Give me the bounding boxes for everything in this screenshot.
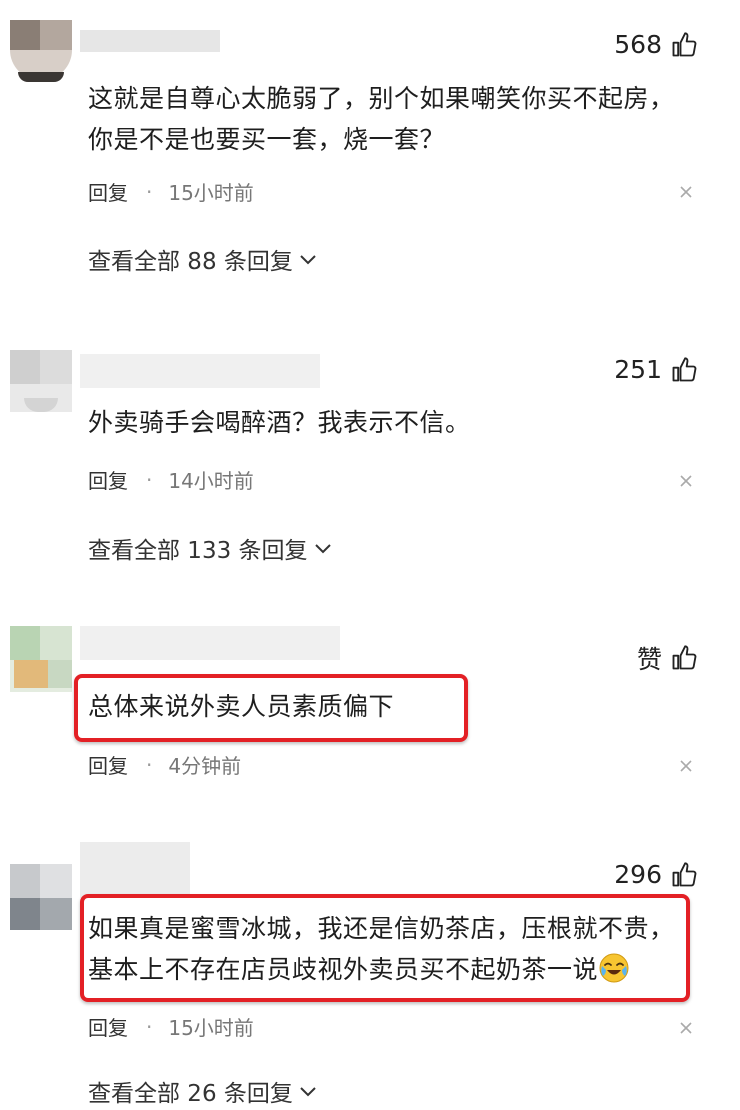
comment-line: 如果真是蜜雪冰城，我还是信奶茶店，压根就不贵， (88, 914, 675, 943)
comment-1: 568 这就是自尊心太脆弱了，别个如果嘲笑你买不起房， 你是不是也要买一套，烧一… (0, 0, 740, 300)
like-count: 568 (614, 30, 662, 59)
separator-dot: · (146, 752, 153, 777)
comment-text: 总体来说外卖人员素质偏下 (88, 686, 394, 727)
timestamp: 4分钟前 (168, 754, 242, 778)
timestamp: 15小时前 (168, 181, 254, 205)
timestamp: 15小时前 (168, 1016, 254, 1040)
comment-text: 外卖骑手会喝醉酒？我表示不信。 (88, 402, 471, 443)
chevron-down-icon (300, 1087, 316, 1097)
comment-line: 你是不是也要买一套，烧一套？ (88, 125, 446, 154)
comment-4: 296 如果真是蜜雪冰城，我还是信奶茶店，压根就不贵， 基本上不存在店员歧视外卖… (0, 830, 740, 1110)
separator-dot: · (146, 467, 153, 492)
view-replies-label: 查看全部 133 条回复 (88, 538, 308, 564)
comment-3: 赞 总体来说外卖人员素质偏下 回复 · 4分钟前 (0, 590, 740, 830)
comment-line: 外卖骑手会喝醉酒？我表示不信。 (88, 408, 471, 437)
like-count: 赞 (636, 645, 662, 674)
thumbs-up-icon (672, 31, 697, 56)
comment-meta: 回复 · 15小时前 (88, 177, 254, 206)
comment-line: 总体来说外卖人员素质偏下 (88, 692, 395, 721)
like-count: 251 (614, 355, 662, 384)
comment-meta: 回复 · 4分钟前 (88, 750, 241, 779)
close-icon[interactable] (678, 1020, 694, 1036)
reply-button[interactable]: 回复 (88, 1012, 128, 1041)
view-replies-button[interactable]: 查看全部 88 条回复 (88, 242, 317, 276)
close-icon[interactable] (678, 758, 694, 774)
like-button[interactable]: 296 (614, 860, 698, 889)
view-replies-button[interactable]: 查看全部 133 条回复 (88, 531, 332, 565)
view-replies-button[interactable]: 查看全部 26 条回复 (88, 1074, 317, 1108)
thumbs-up-icon (672, 356, 697, 381)
chevron-down-icon (300, 255, 316, 265)
avatar[interactable] (10, 626, 72, 692)
view-replies-label: 查看全部 26 条回复 (88, 1081, 293, 1107)
close-icon[interactable] (678, 184, 694, 200)
reply-button[interactable]: 回复 (88, 177, 128, 206)
thumbs-up-icon (672, 645, 697, 670)
comment-meta: 回复 · 14小时前 (88, 465, 254, 494)
like-button[interactable]: 251 (614, 355, 698, 384)
username-blurred[interactable] (80, 626, 340, 660)
like-count: 296 (614, 860, 662, 889)
like-button[interactable]: 568 (614, 30, 698, 59)
chevron-down-icon (314, 544, 331, 554)
avatar[interactable] (10, 20, 72, 82)
avatar[interactable] (10, 350, 72, 412)
like-button[interactable]: 赞 (637, 640, 698, 676)
comment-text: 这就是自尊心太脆弱了，别个如果嘲笑你买不起房， 你是不是也要买一套，烧一套？ (88, 78, 675, 160)
comment-2: 251 外卖骑手会喝醉酒？我表示不信。 回复 · 14小时前 查看全部 133 … (0, 300, 740, 590)
username-blurred[interactable] (80, 354, 320, 388)
separator-dot: · (146, 1014, 153, 1039)
timestamp: 14小时前 (168, 469, 254, 493)
separator-dot: · (146, 179, 153, 204)
username-blurred[interactable] (80, 30, 220, 52)
comment-text: 如果真是蜜雪冰城，我还是信奶茶店，压根就不贵， 基本上不存在店员歧视外卖员买不起… (88, 908, 675, 990)
reply-button[interactable]: 回复 (88, 750, 128, 779)
close-icon[interactable] (678, 473, 694, 489)
avatar[interactable] (10, 864, 72, 930)
username-blurred[interactable] (80, 842, 190, 898)
comment-meta: 回复 · 15小时前 (88, 1012, 254, 1041)
crying-laughing-emoji-icon (599, 953, 629, 983)
reply-button[interactable]: 回复 (88, 465, 128, 494)
comment-line: 基本上不存在店员歧视外卖员买不起奶茶一说 (88, 949, 675, 990)
view-replies-label: 查看全部 88 条回复 (88, 249, 293, 275)
thumbs-up-icon (672, 861, 697, 886)
comment-line: 这就是自尊心太脆弱了，别个如果嘲笑你买不起房， (88, 84, 675, 113)
